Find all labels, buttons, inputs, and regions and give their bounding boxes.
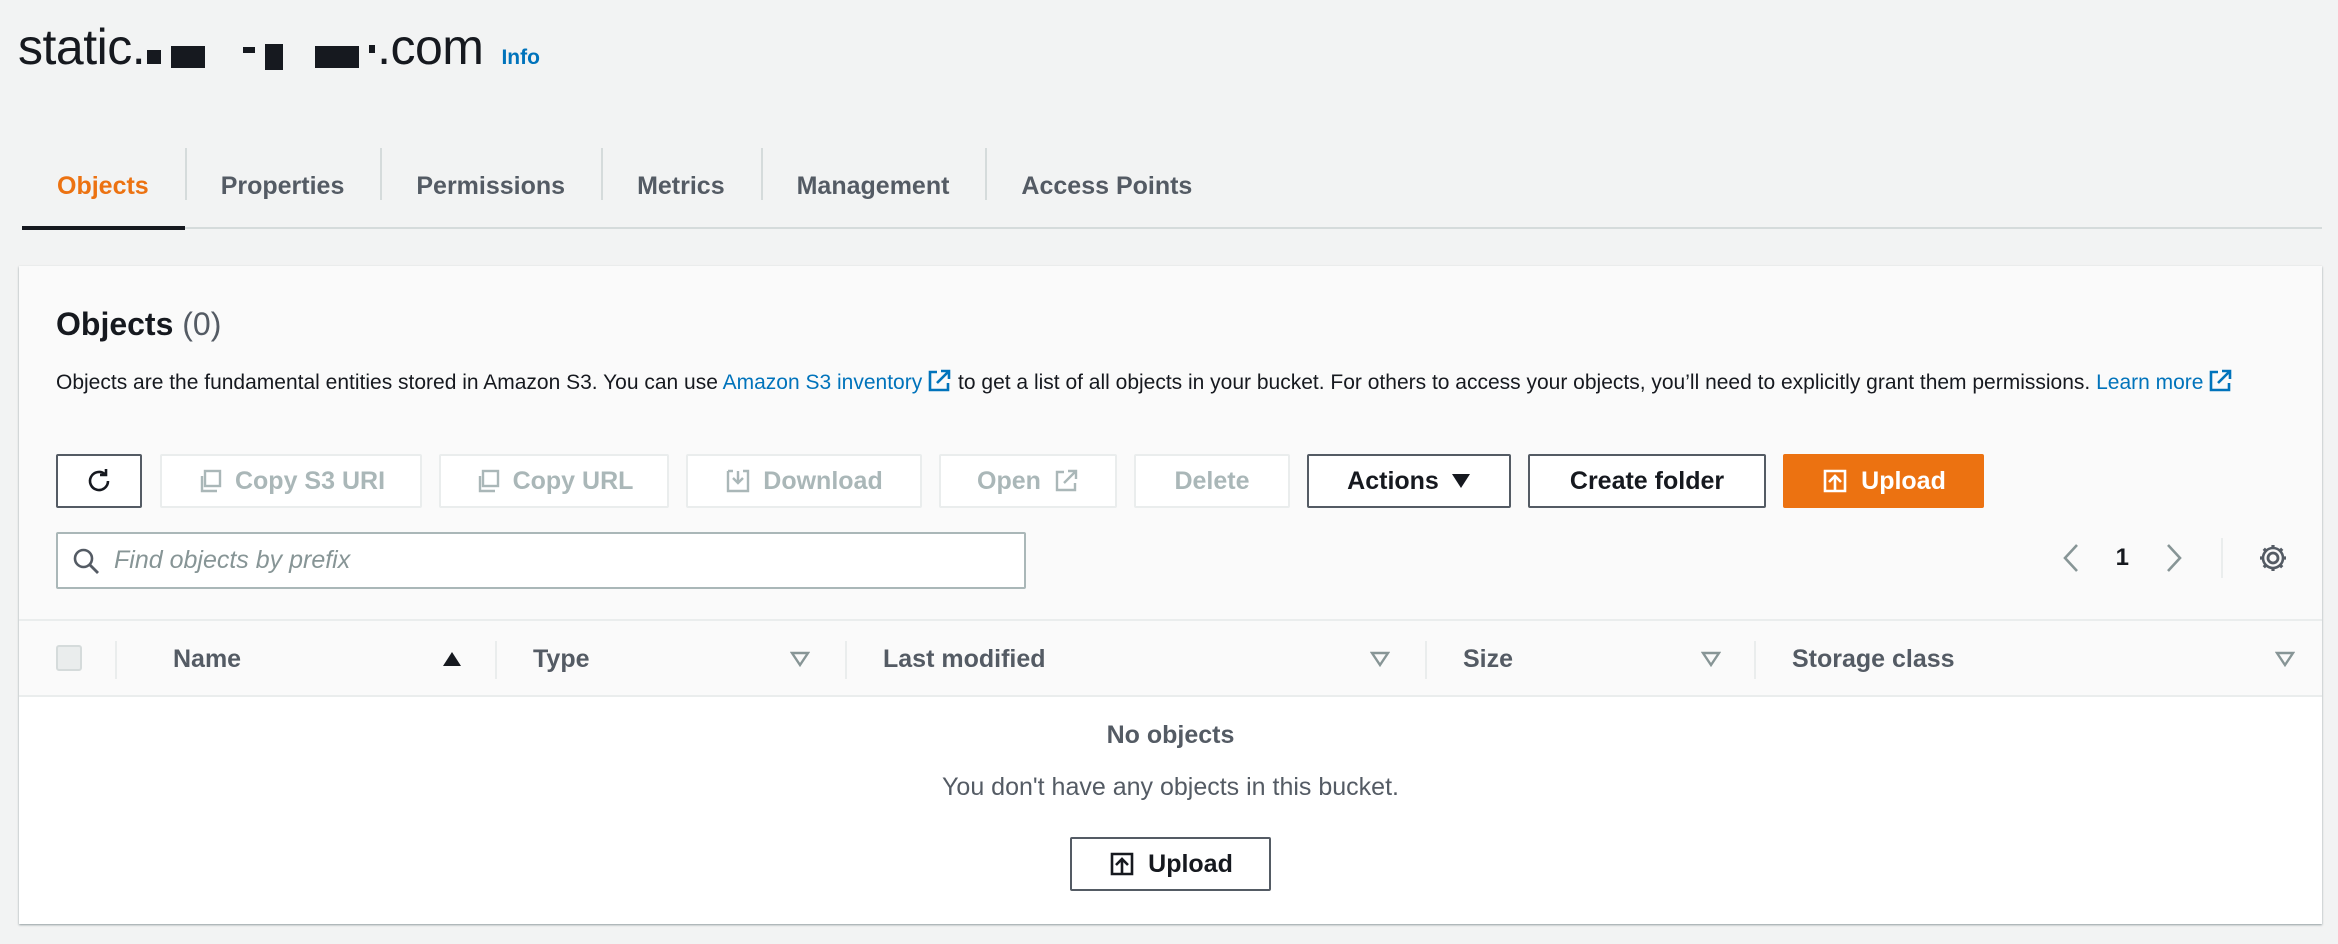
copy-s3-uri-label: Copy S3 URI [234, 466, 386, 495]
tab-objects[interactable]: Objects [22, 144, 185, 230]
column-name[interactable]: Name [149, 621, 489, 697]
objects-description: Objects are the fundamental entities sto… [56, 365, 2296, 401]
upload-label: Upload [1861, 466, 1946, 495]
pagination: 1 [2060, 532, 2289, 584]
create-folder-label: Create folder [1569, 466, 1725, 495]
gear-icon[interactable] [2257, 542, 2289, 574]
column-divider [495, 641, 497, 679]
tab-permissions[interactable]: Permissions [380, 144, 601, 228]
column-divider [1425, 641, 1427, 679]
objects-count: (0) [182, 306, 222, 342]
bucket-name-suffix: .com [377, 19, 484, 75]
copy-url-button[interactable]: Copy URL [439, 454, 669, 508]
tab-management[interactable]: Management [760, 144, 986, 228]
current-page[interactable]: 1 [2116, 544, 2129, 572]
desc-text-2: to get a list of all objects in your buc… [952, 371, 2097, 394]
objects-panel-header: Objects (0) Objects are the fundamental … [56, 306, 2285, 401]
search-input[interactable] [114, 546, 994, 575]
download-button[interactable]: Download [686, 454, 922, 508]
search-icon [73, 548, 99, 574]
sort-icon[interactable] [790, 651, 810, 667]
download-icon [727, 469, 750, 493]
page-header: static. .com Info [18, 18, 540, 77]
tab-metrics[interactable]: Metrics [601, 144, 761, 228]
upload-icon [1110, 852, 1134, 876]
external-link-icon [928, 369, 951, 392]
upload-icon [1823, 469, 1847, 493]
column-size[interactable]: Size [1441, 621, 1741, 697]
empty-state-description: You don't have any objects in this bucke… [942, 773, 1399, 801]
sort-ascending-icon[interactable] [442, 651, 462, 667]
column-type-label: Type [533, 644, 590, 673]
external-link-icon [2210, 369, 2232, 392]
objects-title: Objects [56, 306, 174, 342]
s3-inventory-link-label: Amazon S3 inventory [722, 371, 923, 394]
actions-label: Actions [1347, 466, 1439, 495]
column-storage-class[interactable]: Storage class [1770, 621, 2270, 697]
s3-inventory-link[interactable]: Amazon S3 inventory [722, 369, 953, 394]
chevron-left-icon[interactable] [2060, 542, 2082, 574]
bucket-tabs: Objects Properties Permissions Metrics M… [22, 144, 2322, 230]
select-all-checkbox[interactable] [56, 645, 82, 671]
column-divider [845, 641, 847, 679]
copy-s3-uri-button[interactable]: Copy S3 URI [160, 454, 422, 508]
objects-table-body: No objects You don't have any objects in… [19, 697, 2322, 924]
column-name-label: Name [173, 644, 242, 673]
upload-button[interactable]: Upload [1783, 454, 1984, 508]
tab-properties[interactable]: Properties [184, 144, 381, 228]
empty-state-upload-button[interactable]: Upload [1070, 837, 1271, 891]
copy-url-label: Copy URL [512, 466, 634, 495]
search-box [56, 532, 1026, 589]
create-folder-button[interactable]: Create folder [1528, 454, 1766, 508]
empty-state-title: No objects [1106, 721, 1235, 749]
bucket-name-prefix: static. [18, 19, 146, 75]
open-button[interactable]: Open [939, 454, 1117, 508]
sort-icon[interactable] [2275, 651, 2295, 667]
external-link-icon [1055, 469, 1078, 492]
column-divider [1754, 641, 1756, 679]
caret-down-icon [1451, 474, 1470, 488]
redacted-block [145, 37, 377, 77]
sort-icon[interactable] [1701, 651, 1721, 667]
objects-panel: Objects (0) Objects are the fundamental … [19, 266, 2322, 924]
bucket-name: static. .com [18, 18, 484, 77]
copy-icon [478, 469, 499, 493]
chevron-right-icon[interactable] [2163, 542, 2185, 574]
delete-button[interactable]: Delete [1134, 454, 1290, 508]
learn-more-link-label: Learn more [2096, 371, 2204, 394]
column-last-modified[interactable]: Last modified [861, 621, 1361, 697]
delete-label: Delete [1174, 466, 1250, 495]
info-link[interactable]: Info [501, 46, 539, 70]
download-label: Download [763, 466, 883, 495]
open-label: Open [977, 466, 1041, 495]
objects-table-header: Name Type Last modified Size Storage cla… [19, 619, 2322, 697]
objects-heading: Objects (0) [56, 306, 2285, 343]
refresh-button[interactable] [56, 454, 142, 508]
tab-access-points[interactable]: Access Points [985, 144, 1228, 228]
column-storage-class-label: Storage class [1792, 644, 1955, 673]
column-last-modified-label: Last modified [883, 644, 1046, 673]
pager-divider [2221, 538, 2257, 578]
sort-icon[interactable] [1370, 651, 1390, 667]
refresh-icon [88, 469, 110, 492]
desc-text-1: Objects are the fundamental entities sto… [56, 371, 723, 394]
column-divider [115, 641, 117, 679]
column-size-label: Size [1463, 644, 1514, 673]
copy-icon [200, 469, 222, 493]
actions-dropdown[interactable]: Actions [1307, 454, 1511, 508]
learn-more-link[interactable]: Learn more [2096, 369, 2233, 394]
empty-state-upload-label: Upload [1148, 849, 1233, 878]
